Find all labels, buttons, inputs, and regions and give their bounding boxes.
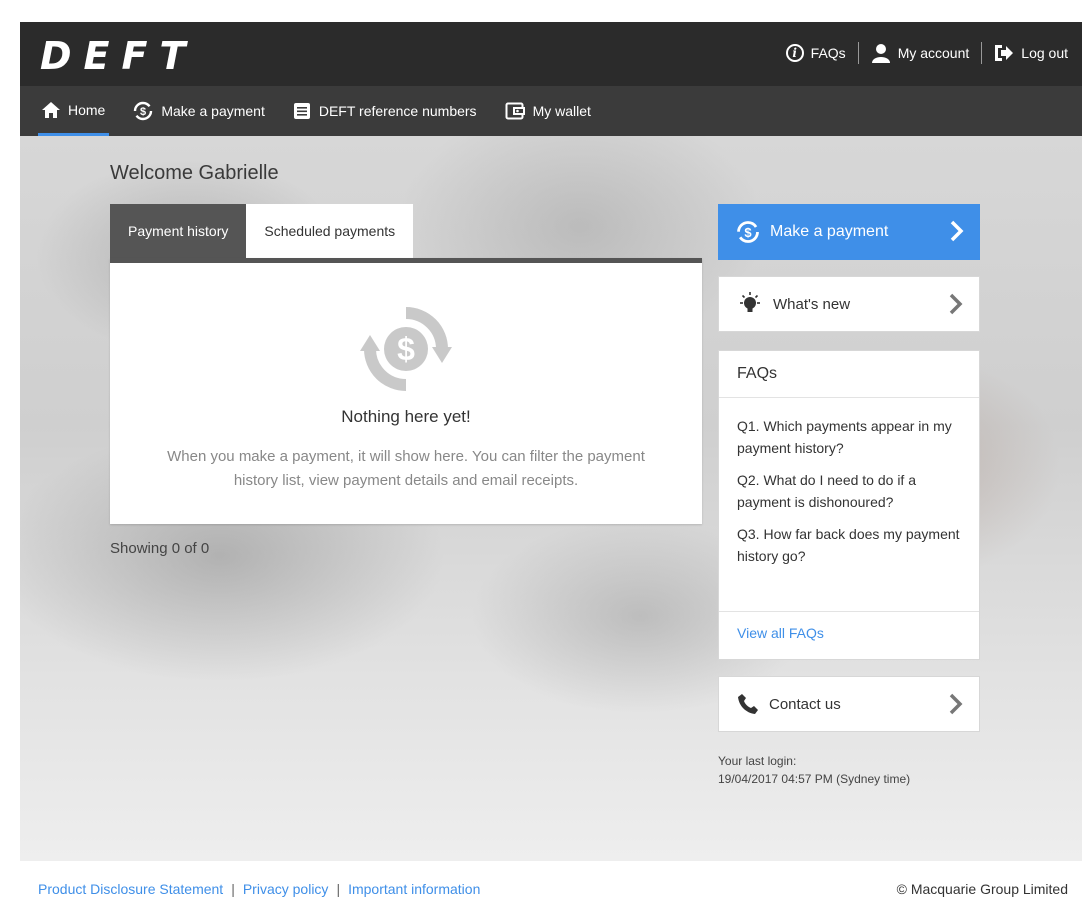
empty-state-title: Nothing here yet! [341, 407, 471, 426]
logout-label: Log out [1021, 45, 1068, 61]
chevron-right-icon [949, 293, 963, 315]
chevron-right-icon [949, 693, 963, 715]
welcome-heading: Welcome Gabrielle [110, 162, 279, 184]
payment-history-panel: $ Nothing here yet! When you make a paym… [110, 258, 702, 524]
privacy-policy-link[interactable]: Privacy policy [243, 881, 329, 897]
divider [719, 611, 979, 612]
my-account-link[interactable]: My account [871, 43, 970, 63]
divider: | [231, 881, 235, 897]
svg-text:$: $ [140, 106, 146, 118]
faqs-link-label: FAQs [810, 45, 846, 61]
my-account-label: My account [897, 45, 970, 61]
lightbulb-icon [740, 292, 760, 312]
divider [719, 397, 979, 398]
page-footer: Product Disclosure Statement | Privacy p… [20, 861, 1082, 899]
nav-item-home[interactable]: Home [38, 86, 110, 136]
divider [857, 42, 859, 64]
wallet-icon [505, 102, 525, 120]
make-payment-label: Make a payment [770, 223, 889, 240]
faq-card: FAQs Q1. Which payments appear in my pay… [718, 350, 980, 660]
nav-item-deft-reference-numbers[interactable]: DEFT reference numbers [289, 86, 481, 136]
phone-icon [738, 694, 758, 714]
faq-question-link[interactable]: Q2. What do I need to do if a payment is… [737, 469, 967, 513]
last-login-info: Your last login: 19/04/2017 04:57 PM (Sy… [718, 754, 911, 786]
faq-card-title: FAQs [737, 365, 778, 382]
divider [981, 42, 983, 64]
svg-text:$: $ [744, 225, 752, 240]
make-payment-button[interactable]: $ Make a payment [718, 204, 980, 260]
payment-cycle-icon: $ [737, 221, 759, 243]
nav-item-label: Home [68, 101, 106, 118]
nav-item-label: DEFT reference numbers [318, 103, 477, 119]
divider: | [336, 881, 341, 897]
product-disclosure-link[interactable]: Product Disclosure Statement [38, 881, 223, 897]
nav-item-make-payment[interactable]: $ Make a payment [129, 86, 269, 136]
important-information-link[interactable]: Important information [348, 881, 480, 897]
top-header: DEFT i FAQs My account Log out [20, 22, 1082, 86]
deft-logo[interactable]: DEFT [40, 34, 197, 78]
faqs-link[interactable]: i FAQs [785, 44, 846, 62]
contact-us-button[interactable]: Contact us [718, 676, 980, 732]
logout-icon [995, 45, 1014, 61]
empty-state-text: When you make a payment, it will show he… [167, 448, 645, 489]
view-all-faqs-link[interactable]: View all FAQs [737, 625, 824, 641]
logout-link[interactable]: Log out [994, 44, 1068, 62]
tab-scheduled-payments[interactable]: Scheduled payments [246, 204, 414, 258]
contact-us-label: Contact us [769, 695, 841, 713]
whats-new-label: What's new [773, 295, 851, 313]
tab-payment-history[interactable]: Payment history [110, 204, 247, 258]
top-links: i FAQs My account Log out [785, 42, 1068, 64]
faq-question-link[interactable]: Q1. Which payments appear in my payment … [737, 415, 967, 459]
whats-new-button[interactable]: What's new [718, 276, 980, 332]
info-icon: i [785, 44, 804, 62]
nav-item-label: My wallet [532, 103, 591, 119]
results-count: Showing 0 of 0 [110, 540, 210, 557]
home-icon [42, 101, 60, 118]
faq-question-link[interactable]: Q3. How far back does my payment history… [737, 523, 967, 567]
history-tabs: Payment history Scheduled payments [110, 204, 414, 258]
nav-item-label: Make a payment [161, 103, 265, 119]
payment-cycle-icon: $ [360, 307, 452, 391]
main-nav: Home $ Make a payment DEFT reference num… [20, 86, 1082, 136]
chevron-right-icon [950, 220, 964, 242]
svg-text:$: $ [397, 331, 415, 367]
copyright-text: © Macquarie Group Limited [896, 881, 1068, 897]
document-icon [293, 103, 310, 119]
app-frame: DEFT i FAQs My account Log out Home $ Ma… [20, 22, 1082, 899]
user-icon [871, 44, 890, 63]
nav-item-my-wallet[interactable]: My wallet [501, 86, 595, 136]
payment-cycle-icon: $ [134, 101, 153, 121]
